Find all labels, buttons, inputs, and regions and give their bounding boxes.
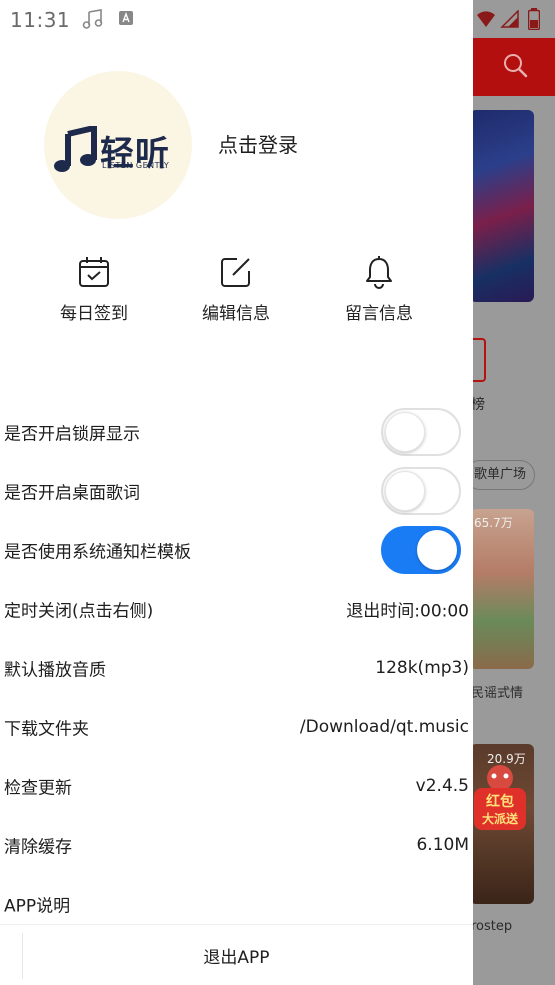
setting-label: 检查更新 <box>4 778 72 798</box>
setting-clear-cache[interactable]: 清除缓存 6.10M <box>0 815 473 874</box>
cache-size-value: 6.10M <box>416 834 469 855</box>
message-info-label: 留言信息 <box>345 304 413 324</box>
calendar-check-icon <box>79 257 109 287</box>
setting-quality[interactable]: 默认播放音质 128k(mp3) <box>0 638 473 697</box>
daily-checkin-button[interactable]: 每日签到 <box>34 255 154 324</box>
playlist-cover[interactable] <box>470 110 534 302</box>
setting-download-folder[interactable]: 下载文件夹 /Download/qt.music <box>0 697 473 756</box>
setting-label: 清除缓存 <box>4 837 72 857</box>
notification-template-toggle[interactable] <box>381 525 461 574</box>
desktop-lyrics-toggle[interactable] <box>381 466 461 515</box>
setting-timer[interactable]: 定时关闭(点击右侧) 退出时间:00:00 <box>0 579 473 638</box>
bell-icon <box>366 256 392 289</box>
wifi-icon <box>477 11 495 27</box>
quality-value[interactable]: 128k(mp3) <box>375 658 469 678</box>
rank-label: 榜 <box>471 397 485 413</box>
setting-label: 是否开启桌面歌词 <box>4 483 140 503</box>
message-info-button[interactable]: 留言信息 <box>319 255 439 324</box>
setting-label: APP说明 <box>4 896 71 916</box>
setting-desktop-lyrics: 是否开启桌面歌词 <box>0 461 473 520</box>
battery-icon <box>528 8 540 30</box>
setting-check-update[interactable]: 检查更新 v2.4.5 <box>0 756 473 815</box>
music-note-icon <box>54 126 97 172</box>
signal-icon <box>500 10 519 28</box>
logout-button[interactable]: 退出APP <box>0 924 473 985</box>
toggle-knob <box>417 529 457 570</box>
playlist-square-chip[interactable]: 歌单广场 <box>465 460 535 490</box>
setting-label: 是否使用系统通知栏模板 <box>4 542 191 562</box>
lockscreen-toggle[interactable] <box>381 407 461 456</box>
red-packet-icon[interactable]: 红包 大派送 <box>472 762 528 832</box>
setting-label: 默认播放音质 <box>4 660 106 680</box>
status-time: 11:31 <box>10 8 71 32</box>
playlist-title: 民谣式情 <box>471 686 524 701</box>
setting-notification-template: 是否使用系统通知栏模板 <box>0 520 473 579</box>
status-bar: 11:31 <box>0 0 555 38</box>
play-count: 65.7万 <box>474 516 513 530</box>
side-drawer: 轻听 LISTEN GENTLY 点击登录 每日签到 编辑信息 留言信息 是否开… <box>0 0 473 985</box>
keyboard-icon <box>119 11 133 25</box>
edit-info-label: 编辑信息 <box>202 304 270 324</box>
edit-icon <box>221 258 250 287</box>
setting-label: 是否开启锁屏显示 <box>4 424 140 444</box>
red-packet-line2: 大派送 <box>482 811 519 826</box>
toggle-knob <box>385 470 425 511</box>
toggle-knob <box>385 411 425 452</box>
login-link[interactable]: 点击登录 <box>218 129 298 158</box>
search-icon[interactable] <box>502 52 528 78</box>
edit-info-button[interactable]: 编辑信息 <box>176 255 296 324</box>
download-folder-value[interactable]: /Download/qt.music <box>300 717 469 737</box>
setting-lockscreen: 是否开启锁屏显示 <box>0 402 473 461</box>
logout-label: 退出APP <box>203 948 270 968</box>
playlist-title: rostep <box>471 919 513 934</box>
version-value: v2.4.5 <box>415 775 469 796</box>
setting-label: 定时关闭(点击右侧) <box>4 601 154 621</box>
playlist-cover[interactable] <box>470 509 534 669</box>
timer-value[interactable]: 退出时间:00:00 <box>346 596 469 621</box>
logo-subtitle: LISTEN GENTLY <box>102 161 170 170</box>
music-icon <box>82 9 103 29</box>
setting-label: 下载文件夹 <box>4 719 89 739</box>
daily-checkin-label: 每日签到 <box>60 304 128 324</box>
red-packet-line1: 红包 <box>486 793 514 810</box>
